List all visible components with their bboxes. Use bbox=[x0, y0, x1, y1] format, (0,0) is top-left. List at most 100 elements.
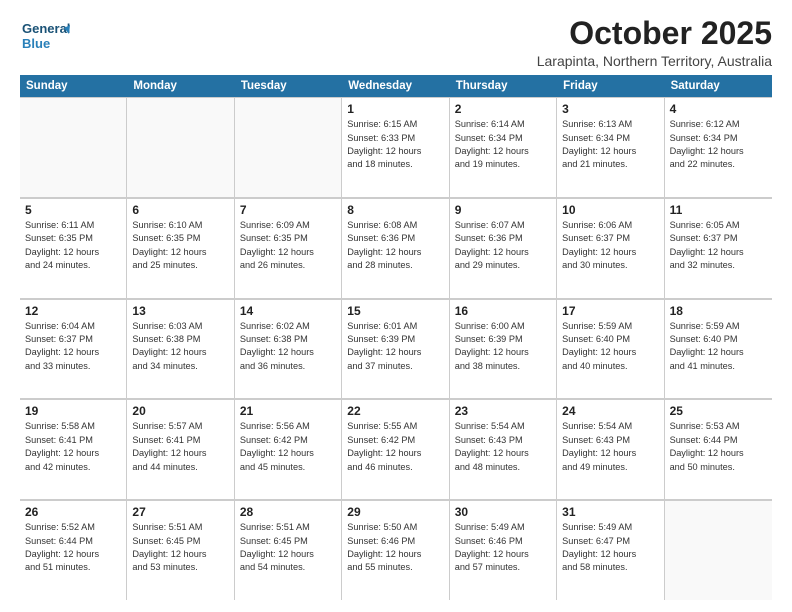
day-number: 8 bbox=[347, 203, 443, 217]
day-info: Sunrise: 6:15 AM Sunset: 6:33 PM Dayligh… bbox=[347, 118, 443, 171]
day-info: Sunrise: 5:56 AM Sunset: 6:42 PM Dayligh… bbox=[240, 420, 336, 473]
day-info: Sunrise: 6:14 AM Sunset: 6:34 PM Dayligh… bbox=[455, 118, 551, 171]
calendar-day-2: 2 Sunrise: 6:14 AM Sunset: 6:34 PM Daylig… bbox=[450, 97, 557, 197]
calendar-week-3: 12Sunrise: 6:04 AM Sunset: 6:37 PM Dayli… bbox=[20, 299, 772, 400]
logo: General Blue bbox=[20, 16, 70, 56]
day-number: 6 bbox=[132, 203, 228, 217]
calendar-day-9: 9 Sunrise: 6:07 AM Sunset: 6:36 PM Daylig… bbox=[450, 198, 557, 298]
day-info: Sunrise: 5:54 AM Sunset: 6:43 PM Dayligh… bbox=[562, 420, 658, 473]
day-info: Sunrise: 5:49 AM Sunset: 6:47 PM Dayligh… bbox=[562, 521, 658, 574]
calendar-day-7: 7Sunrise: 6:09 AM Sunset: 6:35 PM Daylig… bbox=[235, 198, 342, 298]
day-info: Sunrise: 6:02 AM Sunset: 6:38 PM Dayligh… bbox=[240, 320, 336, 373]
header-day-thursday: Thursday bbox=[450, 75, 557, 97]
day-number: 19 bbox=[25, 404, 121, 418]
calendar-week-4: 19 Sunrise: 5:58 AM Sunset: 6:41 PM Dayli… bbox=[20, 399, 772, 500]
day-number: 5 bbox=[25, 203, 121, 217]
day-info: Sunrise: 5:49 AM Sunset: 6:46 PM Dayligh… bbox=[455, 521, 551, 574]
calendar-empty-cell bbox=[20, 97, 127, 197]
day-info: Sunrise: 6:07 AM Sunset: 6:36 PM Dayligh… bbox=[455, 219, 551, 272]
day-number: 18 bbox=[670, 304, 767, 318]
day-number: 20 bbox=[132, 404, 228, 418]
calendar-day-27: 27Sunrise: 5:51 AM Sunset: 6:45 PM Dayli… bbox=[127, 500, 234, 600]
calendar-day-14: 14Sunrise: 6:02 AM Sunset: 6:38 PM Dayli… bbox=[235, 299, 342, 399]
calendar-week-5: 26 Sunrise: 5:52 AM Sunset: 6:44 PM Dayli… bbox=[20, 500, 772, 600]
day-info: Sunrise: 6:05 AM Sunset: 6:37 PM Dayligh… bbox=[670, 219, 767, 272]
day-info: Sunrise: 6:12 AM Sunset: 6:34 PM Dayligh… bbox=[670, 118, 767, 171]
calendar-day-17: 17 Sunrise: 5:59 AM Sunset: 6:40 PM Dayli… bbox=[557, 299, 664, 399]
day-info: Sunrise: 5:58 AM Sunset: 6:41 PM Dayligh… bbox=[25, 420, 121, 473]
page: General Blue October 2025 Larapinta, Nor… bbox=[0, 0, 792, 612]
day-info: Sunrise: 5:53 AM Sunset: 6:44 PM Dayligh… bbox=[670, 420, 767, 473]
calendar: SundayMondayTuesdayWednesdayThursdayFrid… bbox=[20, 75, 772, 600]
day-number: 17 bbox=[562, 304, 658, 318]
day-number: 2 bbox=[455, 102, 551, 116]
calendar-week-1: 1Sunrise: 6:15 AM Sunset: 6:33 PM Daylig… bbox=[20, 97, 772, 198]
subtitle: Larapinta, Northern Territory, Australia bbox=[537, 53, 772, 69]
day-number: 4 bbox=[670, 102, 767, 116]
day-number: 26 bbox=[25, 505, 121, 519]
day-info: Sunrise: 5:52 AM Sunset: 6:44 PM Dayligh… bbox=[25, 521, 121, 574]
title-block: October 2025 Larapinta, Northern Territo… bbox=[537, 16, 772, 69]
day-number: 22 bbox=[347, 404, 443, 418]
calendar-day-28: 28Sunrise: 5:51 AM Sunset: 6:45 PM Dayli… bbox=[235, 500, 342, 600]
day-info: Sunrise: 6:11 AM Sunset: 6:35 PM Dayligh… bbox=[25, 219, 121, 272]
day-number: 28 bbox=[240, 505, 336, 519]
calendar-day-21: 21 Sunrise: 5:56 AM Sunset: 6:42 PM Dayli… bbox=[235, 399, 342, 499]
day-info: Sunrise: 6:06 AM Sunset: 6:37 PM Dayligh… bbox=[562, 219, 658, 272]
day-info: Sunrise: 6:03 AM Sunset: 6:38 PM Dayligh… bbox=[132, 320, 228, 373]
day-info: Sunrise: 5:54 AM Sunset: 6:43 PM Dayligh… bbox=[455, 420, 551, 473]
calendar-empty-cell bbox=[665, 500, 772, 600]
calendar-day-11: 11 Sunrise: 6:05 AM Sunset: 6:37 PM Dayli… bbox=[665, 198, 772, 298]
day-number: 30 bbox=[455, 505, 551, 519]
calendar-day-19: 19 Sunrise: 5:58 AM Sunset: 6:41 PM Dayli… bbox=[20, 399, 127, 499]
calendar-day-1: 1Sunrise: 6:15 AM Sunset: 6:33 PM Daylig… bbox=[342, 97, 449, 197]
day-info: Sunrise: 5:57 AM Sunset: 6:41 PM Dayligh… bbox=[132, 420, 228, 473]
calendar-day-29: 29 Sunrise: 5:50 AM Sunset: 6:46 PM Dayli… bbox=[342, 500, 449, 600]
header-day-monday: Monday bbox=[127, 75, 234, 97]
calendar-day-12: 12Sunrise: 6:04 AM Sunset: 6:37 PM Dayli… bbox=[20, 299, 127, 399]
calendar-day-6: 6 Sunrise: 6:10 AM Sunset: 6:35 PM Daylig… bbox=[127, 198, 234, 298]
day-info: Sunrise: 5:59 AM Sunset: 6:40 PM Dayligh… bbox=[670, 320, 767, 373]
svg-text:Blue: Blue bbox=[22, 36, 50, 51]
day-number: 15 bbox=[347, 304, 443, 318]
svg-text:General: General bbox=[22, 21, 70, 36]
calendar-day-22: 22 Sunrise: 5:55 AM Sunset: 6:42 PM Dayli… bbox=[342, 399, 449, 499]
header-day-tuesday: Tuesday bbox=[235, 75, 342, 97]
day-number: 11 bbox=[670, 203, 767, 217]
day-info: Sunrise: 6:09 AM Sunset: 6:35 PM Dayligh… bbox=[240, 219, 336, 272]
calendar-header: SundayMondayTuesdayWednesdayThursdayFrid… bbox=[20, 75, 772, 97]
calendar-day-20: 20 Sunrise: 5:57 AM Sunset: 6:41 PM Dayli… bbox=[127, 399, 234, 499]
day-number: 12 bbox=[25, 304, 121, 318]
calendar-day-4: 4 Sunrise: 6:12 AM Sunset: 6:34 PM Daylig… bbox=[665, 97, 772, 197]
day-number: 29 bbox=[347, 505, 443, 519]
day-info: Sunrise: 6:08 AM Sunset: 6:36 PM Dayligh… bbox=[347, 219, 443, 272]
calendar-day-13: 13Sunrise: 6:03 AM Sunset: 6:38 PM Dayli… bbox=[127, 299, 234, 399]
month-title: October 2025 bbox=[537, 16, 772, 51]
calendar-body: 1Sunrise: 6:15 AM Sunset: 6:33 PM Daylig… bbox=[20, 97, 772, 600]
day-number: 16 bbox=[455, 304, 551, 318]
day-info: Sunrise: 5:50 AM Sunset: 6:46 PM Dayligh… bbox=[347, 521, 443, 574]
day-info: Sunrise: 6:10 AM Sunset: 6:35 PM Dayligh… bbox=[132, 219, 228, 272]
calendar-day-31: 31 Sunrise: 5:49 AM Sunset: 6:47 PM Dayli… bbox=[557, 500, 664, 600]
day-number: 31 bbox=[562, 505, 658, 519]
header-day-wednesday: Wednesday bbox=[342, 75, 449, 97]
day-number: 24 bbox=[562, 404, 658, 418]
calendar-day-18: 18 Sunrise: 5:59 AM Sunset: 6:40 PM Dayli… bbox=[665, 299, 772, 399]
header: General Blue October 2025 Larapinta, Nor… bbox=[20, 16, 772, 69]
header-day-sunday: Sunday bbox=[20, 75, 127, 97]
day-number: 9 bbox=[455, 203, 551, 217]
day-number: 21 bbox=[240, 404, 336, 418]
day-info: Sunrise: 5:55 AM Sunset: 6:42 PM Dayligh… bbox=[347, 420, 443, 473]
calendar-week-2: 5 Sunrise: 6:11 AM Sunset: 6:35 PM Daylig… bbox=[20, 198, 772, 299]
logo-svg: General Blue bbox=[20, 16, 70, 56]
calendar-day-5: 5 Sunrise: 6:11 AM Sunset: 6:35 PM Daylig… bbox=[20, 198, 127, 298]
calendar-day-23: 23Sunrise: 5:54 AM Sunset: 6:43 PM Dayli… bbox=[450, 399, 557, 499]
calendar-day-3: 3Sunrise: 6:13 AM Sunset: 6:34 PM Daylig… bbox=[557, 97, 664, 197]
header-day-saturday: Saturday bbox=[665, 75, 772, 97]
day-info: Sunrise: 6:01 AM Sunset: 6:39 PM Dayligh… bbox=[347, 320, 443, 373]
calendar-day-24: 24 Sunrise: 5:54 AM Sunset: 6:43 PM Dayli… bbox=[557, 399, 664, 499]
day-number: 25 bbox=[670, 404, 767, 418]
calendar-day-25: 25 Sunrise: 5:53 AM Sunset: 6:44 PM Dayli… bbox=[665, 399, 772, 499]
calendar-day-30: 30 Sunrise: 5:49 AM Sunset: 6:46 PM Dayli… bbox=[450, 500, 557, 600]
day-info: Sunrise: 5:59 AM Sunset: 6:40 PM Dayligh… bbox=[562, 320, 658, 373]
